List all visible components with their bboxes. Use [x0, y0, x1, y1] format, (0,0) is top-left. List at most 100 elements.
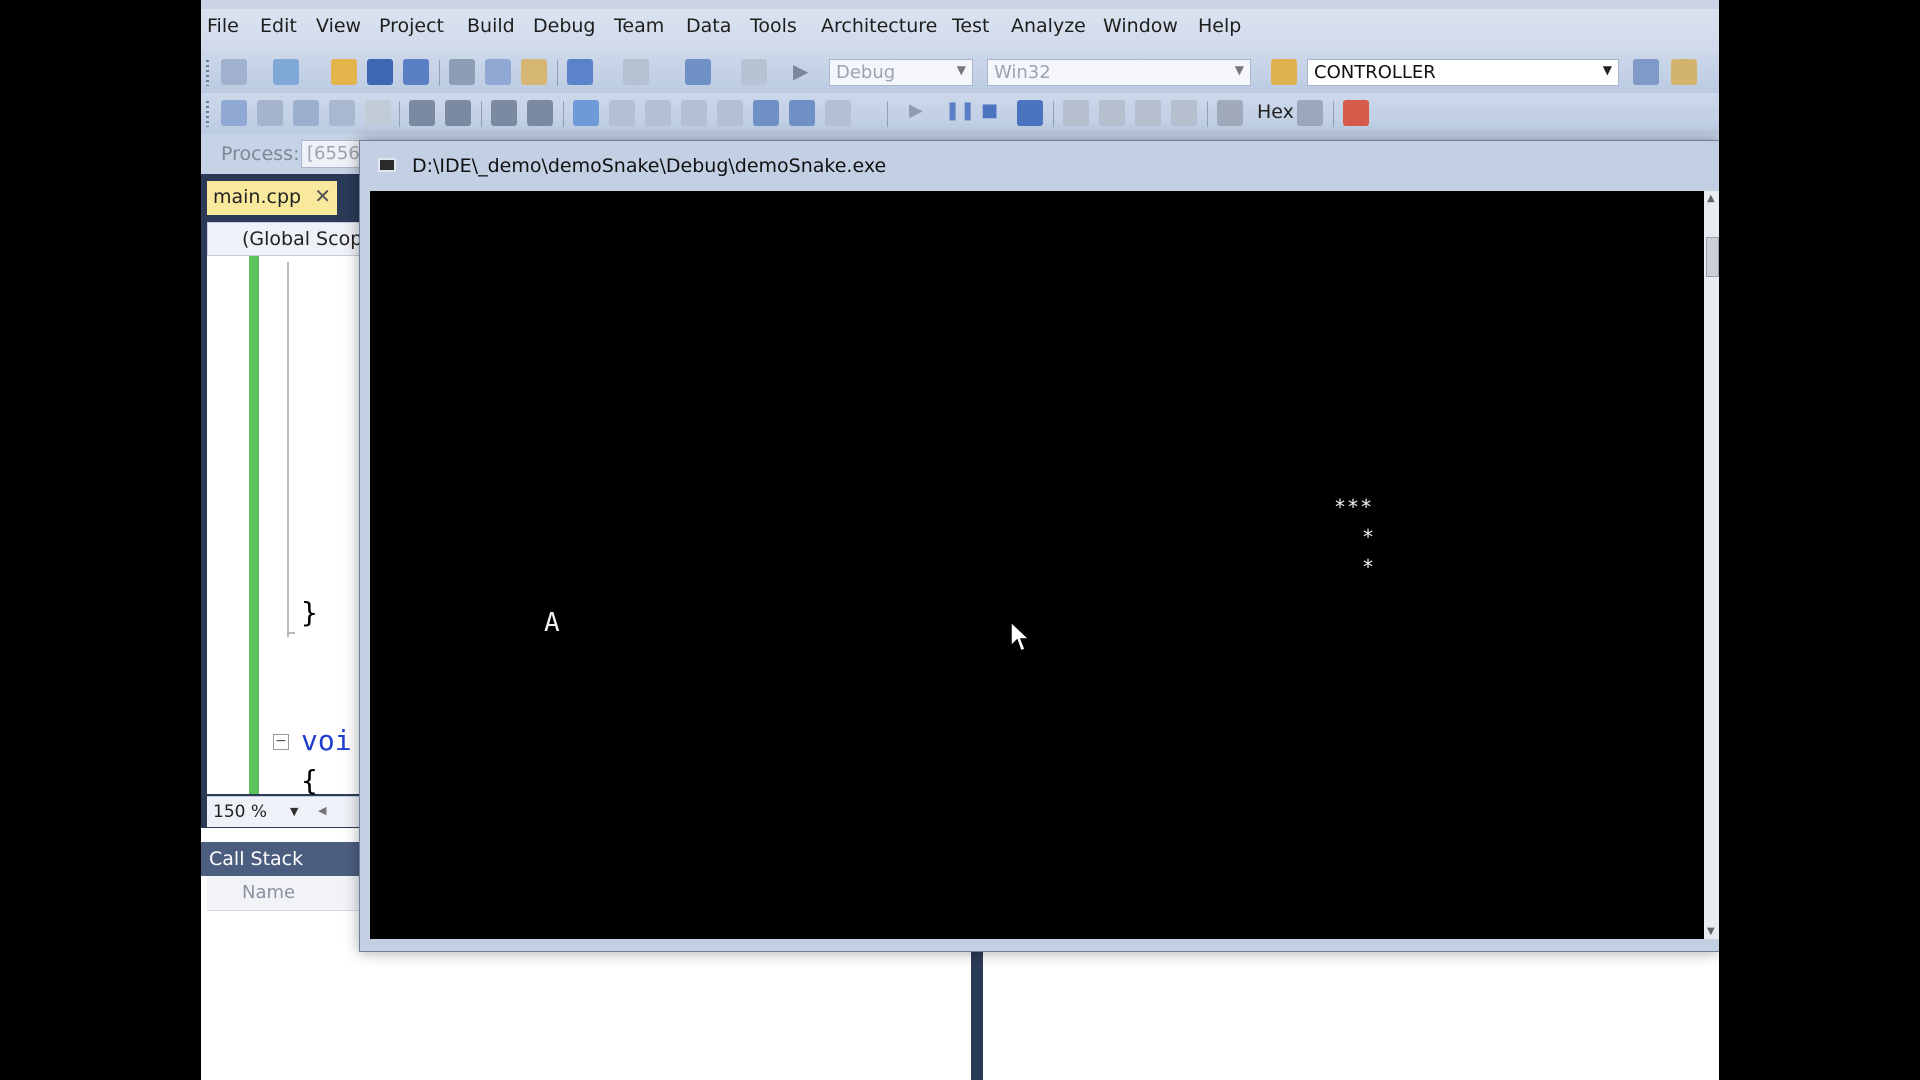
find-in-files-icon[interactable] — [1271, 59, 1297, 85]
menu-analyze[interactable]: Analyze — [1011, 15, 1086, 37]
menu-architecture[interactable]: Architecture — [821, 15, 937, 37]
outline-guide-end — [287, 632, 295, 634]
menu-build[interactable]: Build — [467, 15, 515, 37]
new-project-icon[interactable] — [221, 59, 247, 85]
next-bookmark-folder-icon[interactable] — [717, 100, 743, 126]
food-glyph: A — [544, 608, 560, 638]
menu-team[interactable]: Team — [614, 15, 664, 37]
open-file-icon[interactable] — [331, 59, 357, 85]
menu-edit[interactable]: Edit — [260, 15, 297, 37]
copy-icon[interactable] — [485, 59, 511, 85]
bookmark-icon[interactable] — [573, 100, 599, 126]
change-tracking-bar — [249, 256, 259, 794]
show-next-statement-icon[interactable] — [1063, 100, 1089, 126]
debug-toolbar: ▶ ❚❚ ■ Hex — [201, 93, 1719, 134]
cut-icon[interactable] — [449, 59, 475, 85]
pause-icon[interactable]: ❚❚ — [945, 100, 975, 126]
prev-bookmark-icon[interactable] — [609, 100, 635, 126]
hex-toggle[interactable]: Hex — [1257, 101, 1294, 123]
step-out-icon[interactable] — [1171, 100, 1197, 126]
find-combo[interactable]: CONTROLLER ▼ — [1307, 59, 1619, 86]
console-output[interactable]: *** * * A — [370, 191, 1704, 939]
menu-project[interactable]: Project — [379, 15, 444, 37]
panel-splitter[interactable] — [971, 950, 983, 1080]
navigate-backward-icon[interactable] — [685, 59, 711, 85]
prev-bookmark-document-icon[interactable] — [753, 100, 779, 126]
show-threads-icon[interactable] — [1297, 100, 1323, 126]
console-window[interactable]: D:\IDE\_demo\demoSnake\Debug\demoSnake.e… — [359, 140, 1719, 952]
quick-watch-icon[interactable] — [1217, 100, 1243, 126]
process-label: Process: — [221, 143, 300, 165]
restart-icon[interactable] — [1017, 100, 1043, 126]
complete-word-icon[interactable] — [365, 100, 391, 126]
menu-test[interactable]: Test — [952, 15, 989, 37]
chevron-down-icon: ▼ — [1602, 63, 1612, 77]
find-combo-value: CONTROLLER — [1314, 62, 1436, 83]
toolbar-separator — [887, 101, 888, 127]
save-all-icon[interactable] — [403, 59, 429, 85]
list-members-icon[interactable] — [257, 100, 283, 126]
snake-body-row: *** — [1334, 495, 1374, 519]
platform-dropdown[interactable]: Win32 ▼ — [987, 59, 1251, 86]
step-into-icon[interactable] — [1099, 100, 1125, 126]
scroll-up-icon[interactable]: ▲ — [1707, 193, 1715, 204]
configuration-dropdown[interactable]: Debug ▼ — [829, 59, 973, 86]
undo-icon[interactable] — [567, 59, 593, 85]
code-opening-brace: { — [301, 764, 318, 797]
stop-icon[interactable]: ■ — [981, 100, 1007, 126]
scrollbar-thumb[interactable] — [1706, 237, 1719, 277]
console-title: D:\IDE\_demo\demoSnake\Debug\demoSnake.e… — [412, 155, 887, 177]
toolbar-separator — [399, 101, 400, 127]
clear-bookmarks-icon[interactable] — [825, 100, 851, 126]
chevron-down-icon[interactable]: ▼ — [290, 805, 298, 818]
menu-file[interactable]: File — [207, 15, 239, 37]
next-bookmark-document-icon[interactable] — [789, 100, 815, 126]
menu-help[interactable]: Help — [1198, 15, 1241, 37]
properties-icon[interactable] — [1671, 59, 1697, 85]
outline-guide — [287, 262, 289, 637]
uncomment-icon[interactable] — [527, 100, 553, 126]
visual-studio-window: File Edit View Project Build Debug Team … — [201, 0, 1719, 1080]
decrease-indent-icon[interactable] — [409, 100, 435, 126]
add-item-icon[interactable] — [273, 59, 299, 85]
next-bookmark-icon[interactable] — [645, 100, 671, 126]
toolbar-grip[interactable] — [206, 60, 209, 86]
menu-bar: File Edit View Project Build Debug Team … — [201, 0, 1719, 52]
toolbar-grip[interactable] — [206, 101, 209, 127]
menu-view[interactable]: View — [316, 15, 361, 37]
close-icon[interactable]: ✕ — [314, 184, 331, 208]
console-app-icon — [378, 158, 396, 172]
collapse-outline-icon[interactable]: − — [273, 734, 289, 750]
class-view-icon[interactable] — [221, 100, 247, 126]
redo-icon[interactable] — [623, 59, 649, 85]
quick-info-icon[interactable] — [329, 100, 355, 126]
prev-bookmark-folder-icon[interactable] — [681, 100, 707, 126]
toolbar-separator — [1053, 101, 1054, 127]
paste-icon[interactable] — [521, 59, 547, 85]
tab-main-cpp[interactable]: main.cpp ✕ — [207, 181, 337, 215]
toolbar-separator — [1207, 101, 1208, 127]
chevron-down-icon: ▼ — [956, 63, 966, 77]
parameter-info-icon[interactable] — [293, 100, 319, 126]
console-vertical-scrollbar[interactable]: ▲ ▼ — [1704, 191, 1719, 939]
scroll-down-icon[interactable]: ▼ — [1707, 926, 1715, 937]
menu-tools[interactable]: Tools — [750, 15, 797, 37]
menu-window[interactable]: Window — [1103, 15, 1178, 37]
start-debugging-icon[interactable]: ▶ — [793, 59, 819, 85]
column-header-name[interactable]: Name — [242, 882, 295, 903]
toolbar-separator — [481, 101, 482, 127]
navigate-forward-icon[interactable] — [741, 59, 767, 85]
step-over-icon[interactable] — [1135, 100, 1161, 126]
save-icon[interactable] — [367, 59, 393, 85]
tab-label: main.cpp — [213, 186, 302, 208]
breakpoints-window-icon[interactable] — [1343, 100, 1369, 126]
increase-indent-icon[interactable] — [445, 100, 471, 126]
comment-icon[interactable] — [491, 100, 517, 126]
menu-data[interactable]: Data — [686, 15, 731, 37]
scroll-left-icon[interactable]: ◀ — [318, 804, 326, 817]
continue-icon[interactable]: ▶ — [909, 100, 935, 126]
solution-explorer-icon[interactable] — [1633, 59, 1659, 85]
zoom-level-dropdown[interactable]: 150 % — [213, 802, 267, 822]
call-stack-title-text: Call Stack — [209, 848, 304, 870]
menu-debug[interactable]: Debug — [533, 15, 595, 37]
